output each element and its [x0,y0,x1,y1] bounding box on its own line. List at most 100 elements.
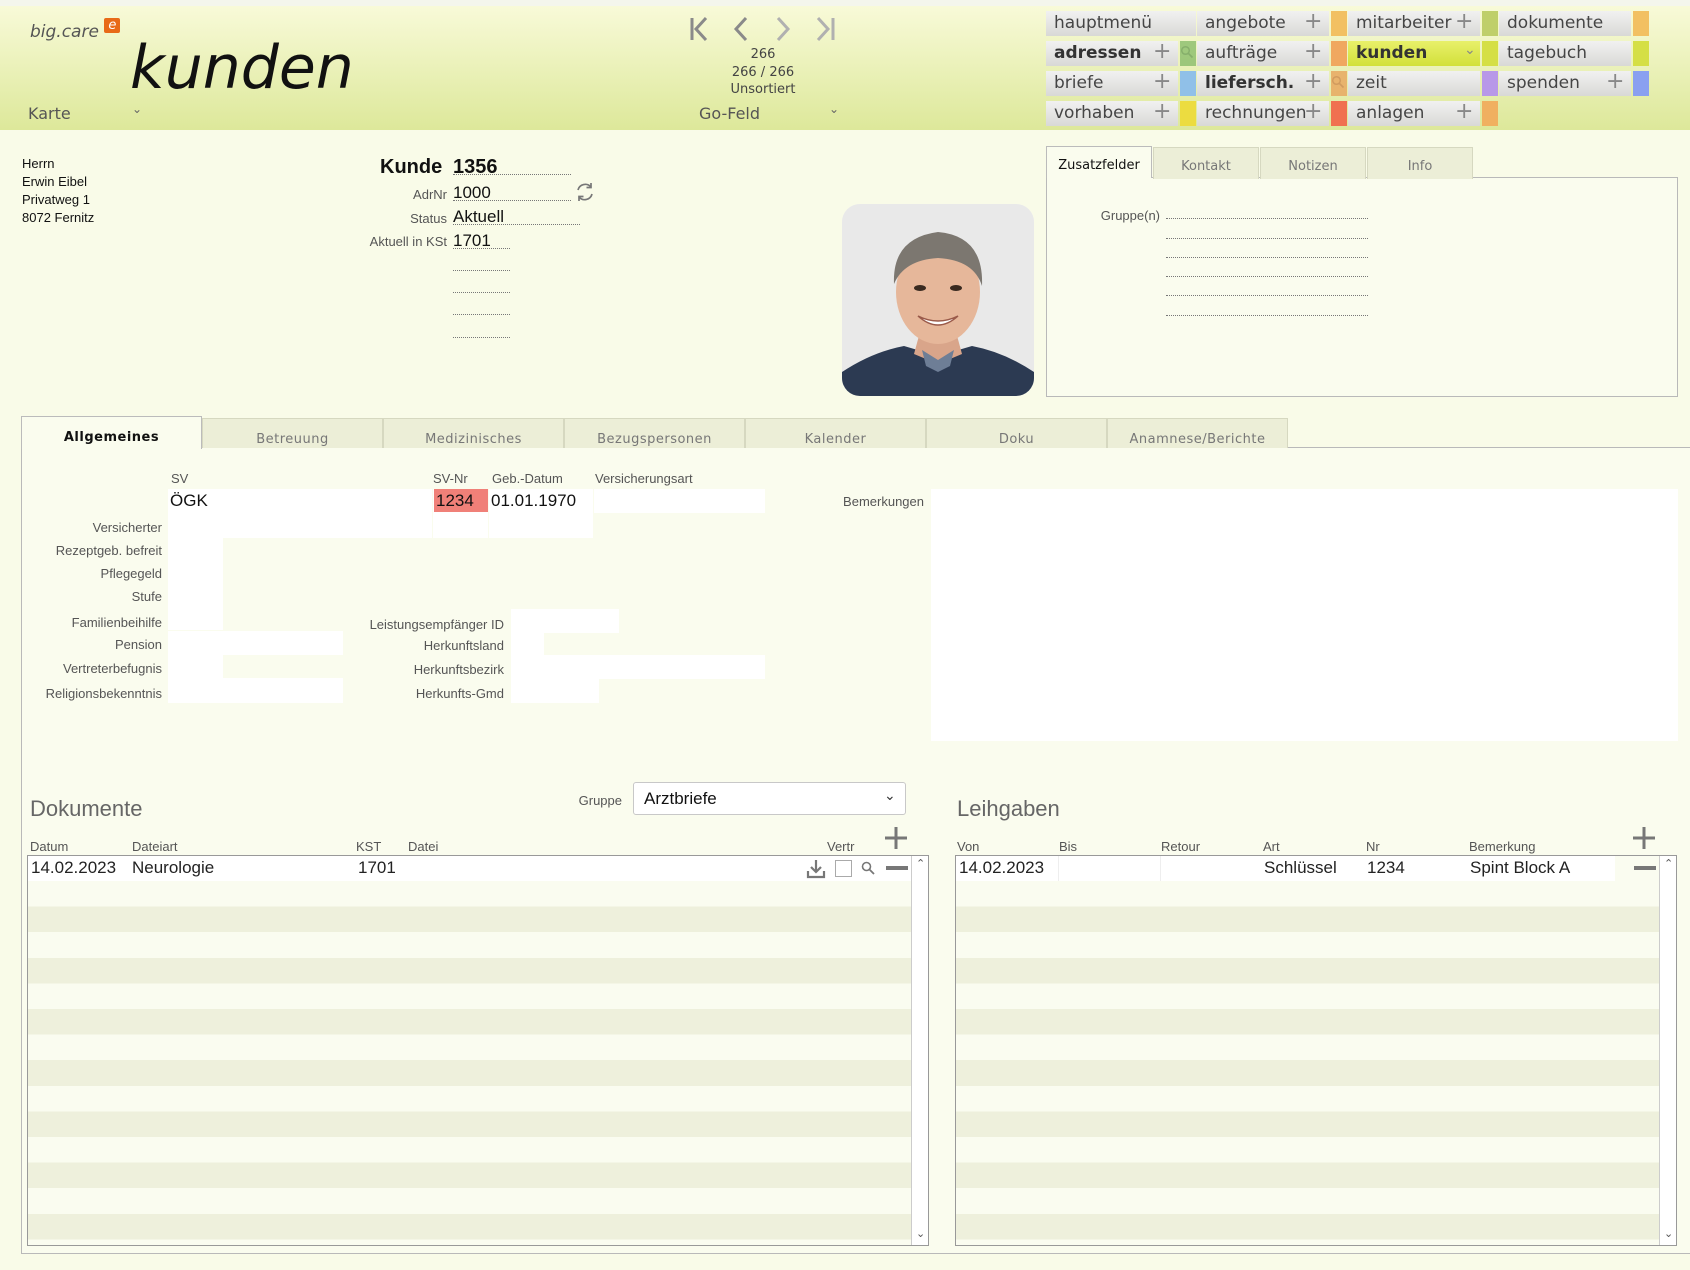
gruppen-field[interactable] [1166,218,1368,219]
download-icon[interactable] [805,858,827,880]
search-icon[interactable] [860,860,876,876]
chevron-down-icon: ⌄ [132,102,143,116]
menu-item-kunden[interactable]: kunden [1348,41,1480,66]
menu-item-dokumente[interactable]: dokumente [1499,11,1631,36]
pension-field[interactable] [168,631,343,655]
plus-icon[interactable]: + [1153,69,1171,94]
status-label: Status [410,211,447,226]
gruppen-field[interactable] [1166,276,1368,277]
tab-betreuung[interactable]: Betreuung [202,418,383,448]
plus-icon[interactable]: + [1606,69,1624,94]
first-record-icon[interactable] [684,8,718,50]
col-art: Art [1263,839,1280,854]
tab-allgemeines[interactable]: Allgemeines [21,416,202,449]
col-kst: KST [356,839,382,854]
vertr-checkbox[interactable] [835,860,852,877]
next-record-icon[interactable] [766,8,800,50]
pflegegeld-field[interactable] [168,561,223,584]
tab-notizen[interactable]: Notizen [1260,147,1366,179]
tab-kontakt[interactable]: Kontakt [1153,147,1259,179]
extra-field[interactable] [453,337,510,338]
gruppen-field[interactable] [1166,315,1368,316]
kunde-number[interactable]: 1356 [453,156,498,179]
tab-doku[interactable]: Doku [926,418,1107,448]
menu-item-zeit[interactable]: zeit [1348,71,1480,96]
religion-field[interactable] [168,678,343,703]
gebdatum-value: 01.01.1970 [491,491,577,510]
remove-row-icon[interactable] [886,866,908,870]
plus-icon[interactable]: + [1304,69,1322,94]
sort-status: Unsortiert [730,82,796,97]
scroll-down-icon[interactable]: ⌄ [1664,1227,1673,1240]
table-row[interactable]: 14.02.2023 Neurologie 1701 [28,856,911,881]
tab-anamnese-berichte[interactable]: Anamnese/Berichte [1107,418,1288,448]
extra-field[interactable] [453,292,510,293]
tab-zusatzfelder[interactable]: Zusatzfelder [1046,146,1152,178]
scrollbar[interactable]: ⌃ ⌄ [1659,856,1676,1245]
scrollbar[interactable]: ⌃ ⌄ [911,856,928,1245]
tab-bezugspersonen[interactable]: Bezugspersonen [564,418,745,448]
gruppen-field[interactable] [1166,257,1368,258]
chevron-down-icon: ⌄ [884,788,896,804]
module-color-swatch [1180,101,1196,126]
versicherungsart-field[interactable] [594,489,765,513]
customer-photo[interactable] [842,204,1034,396]
plus-icon[interactable]: + [1304,99,1322,124]
extra-field[interactable] [453,314,510,315]
herkunftsbezirk-field[interactable] [511,655,765,679]
module-color-swatch [1482,71,1498,96]
gruppen-field[interactable] [1166,295,1368,296]
kst-label: Aktuell in KSt [369,234,447,249]
chevron-down-icon: ⌄ [829,102,840,116]
herkunftsland-field[interactable] [511,633,544,655]
tab-kalender[interactable]: Kalender [745,418,926,448]
rezeptgeb-label: Rezeptgeb. befreit [55,543,162,558]
versicherungsart-column-label: Versicherungsart [595,471,693,486]
go-field-selector[interactable]: Go-Feld ⌄ [699,102,845,126]
scroll-down-icon[interactable]: ⌄ [916,1227,925,1240]
scroll-up-icon[interactable]: ⌃ [916,857,925,870]
tab-medizinisches[interactable]: Medizinisches [383,418,564,448]
module-color-swatch [1331,71,1347,96]
module-color-swatch [1180,71,1196,96]
col-retour: Retour [1161,839,1201,854]
previous-record-icon[interactable] [726,8,760,50]
herkunftsbezirk-label: Herkunftsbezirk [413,662,504,677]
plus-icon[interactable]: + [1304,39,1322,64]
add-dokument-icon[interactable] [882,824,910,852]
module-color-swatch [1633,71,1649,96]
menu-item-tagebuch[interactable]: tagebuch [1499,41,1631,66]
plus-icon[interactable]: + [1455,99,1473,124]
gruppe-dropdown[interactable]: Arztbriefe ⌄ [633,782,906,815]
plus-icon[interactable]: + [1304,9,1322,34]
plus-icon[interactable]: + [1455,9,1473,34]
rezeptgeb-field[interactable] [168,538,223,561]
vertreter-label: Vertreterbefugnis [62,661,162,676]
extra-field[interactable] [453,270,510,271]
svnr-value: 1234 [436,491,474,510]
herkunftsgmd-field[interactable] [511,679,599,703]
gebdatum-column-label: Geb.-Datum [492,471,563,486]
chevron-down-icon[interactable]: ⌄ [1464,42,1476,58]
brand-logo: big.care e [30,18,121,42]
menu-item-hauptmenü[interactable]: hauptmenü [1046,11,1196,36]
plus-icon[interactable]: + [1153,99,1171,124]
last-record-icon[interactable] [808,8,842,50]
add-leihgabe-icon[interactable] [1630,824,1658,852]
refresh-icon[interactable] [574,181,596,203]
table-row[interactable]: 14.02.2023 Schlüssel 1234 Spint Block A [956,856,1659,881]
module-color-swatch [1180,41,1196,66]
tab-info[interactable]: Info [1367,147,1473,179]
familienbeihilfe-field[interactable] [168,607,223,630]
bemerkungen-field[interactable] [931,489,1678,741]
plus-icon[interactable]: + [1153,39,1171,64]
leistungsempfaenger-field[interactable] [511,609,619,633]
scroll-up-icon[interactable]: ⌃ [1664,857,1673,870]
view-selector[interactable]: Karte ⌄ [28,102,150,126]
module-color-swatch [1633,11,1649,36]
vertreter-field[interactable] [168,655,223,678]
remove-row-icon[interactable] [1634,866,1656,870]
familienbeihilfe-label: Familienbeihilfe [71,615,162,630]
stufe-field[interactable] [168,584,223,607]
gruppen-field[interactable] [1166,238,1368,239]
